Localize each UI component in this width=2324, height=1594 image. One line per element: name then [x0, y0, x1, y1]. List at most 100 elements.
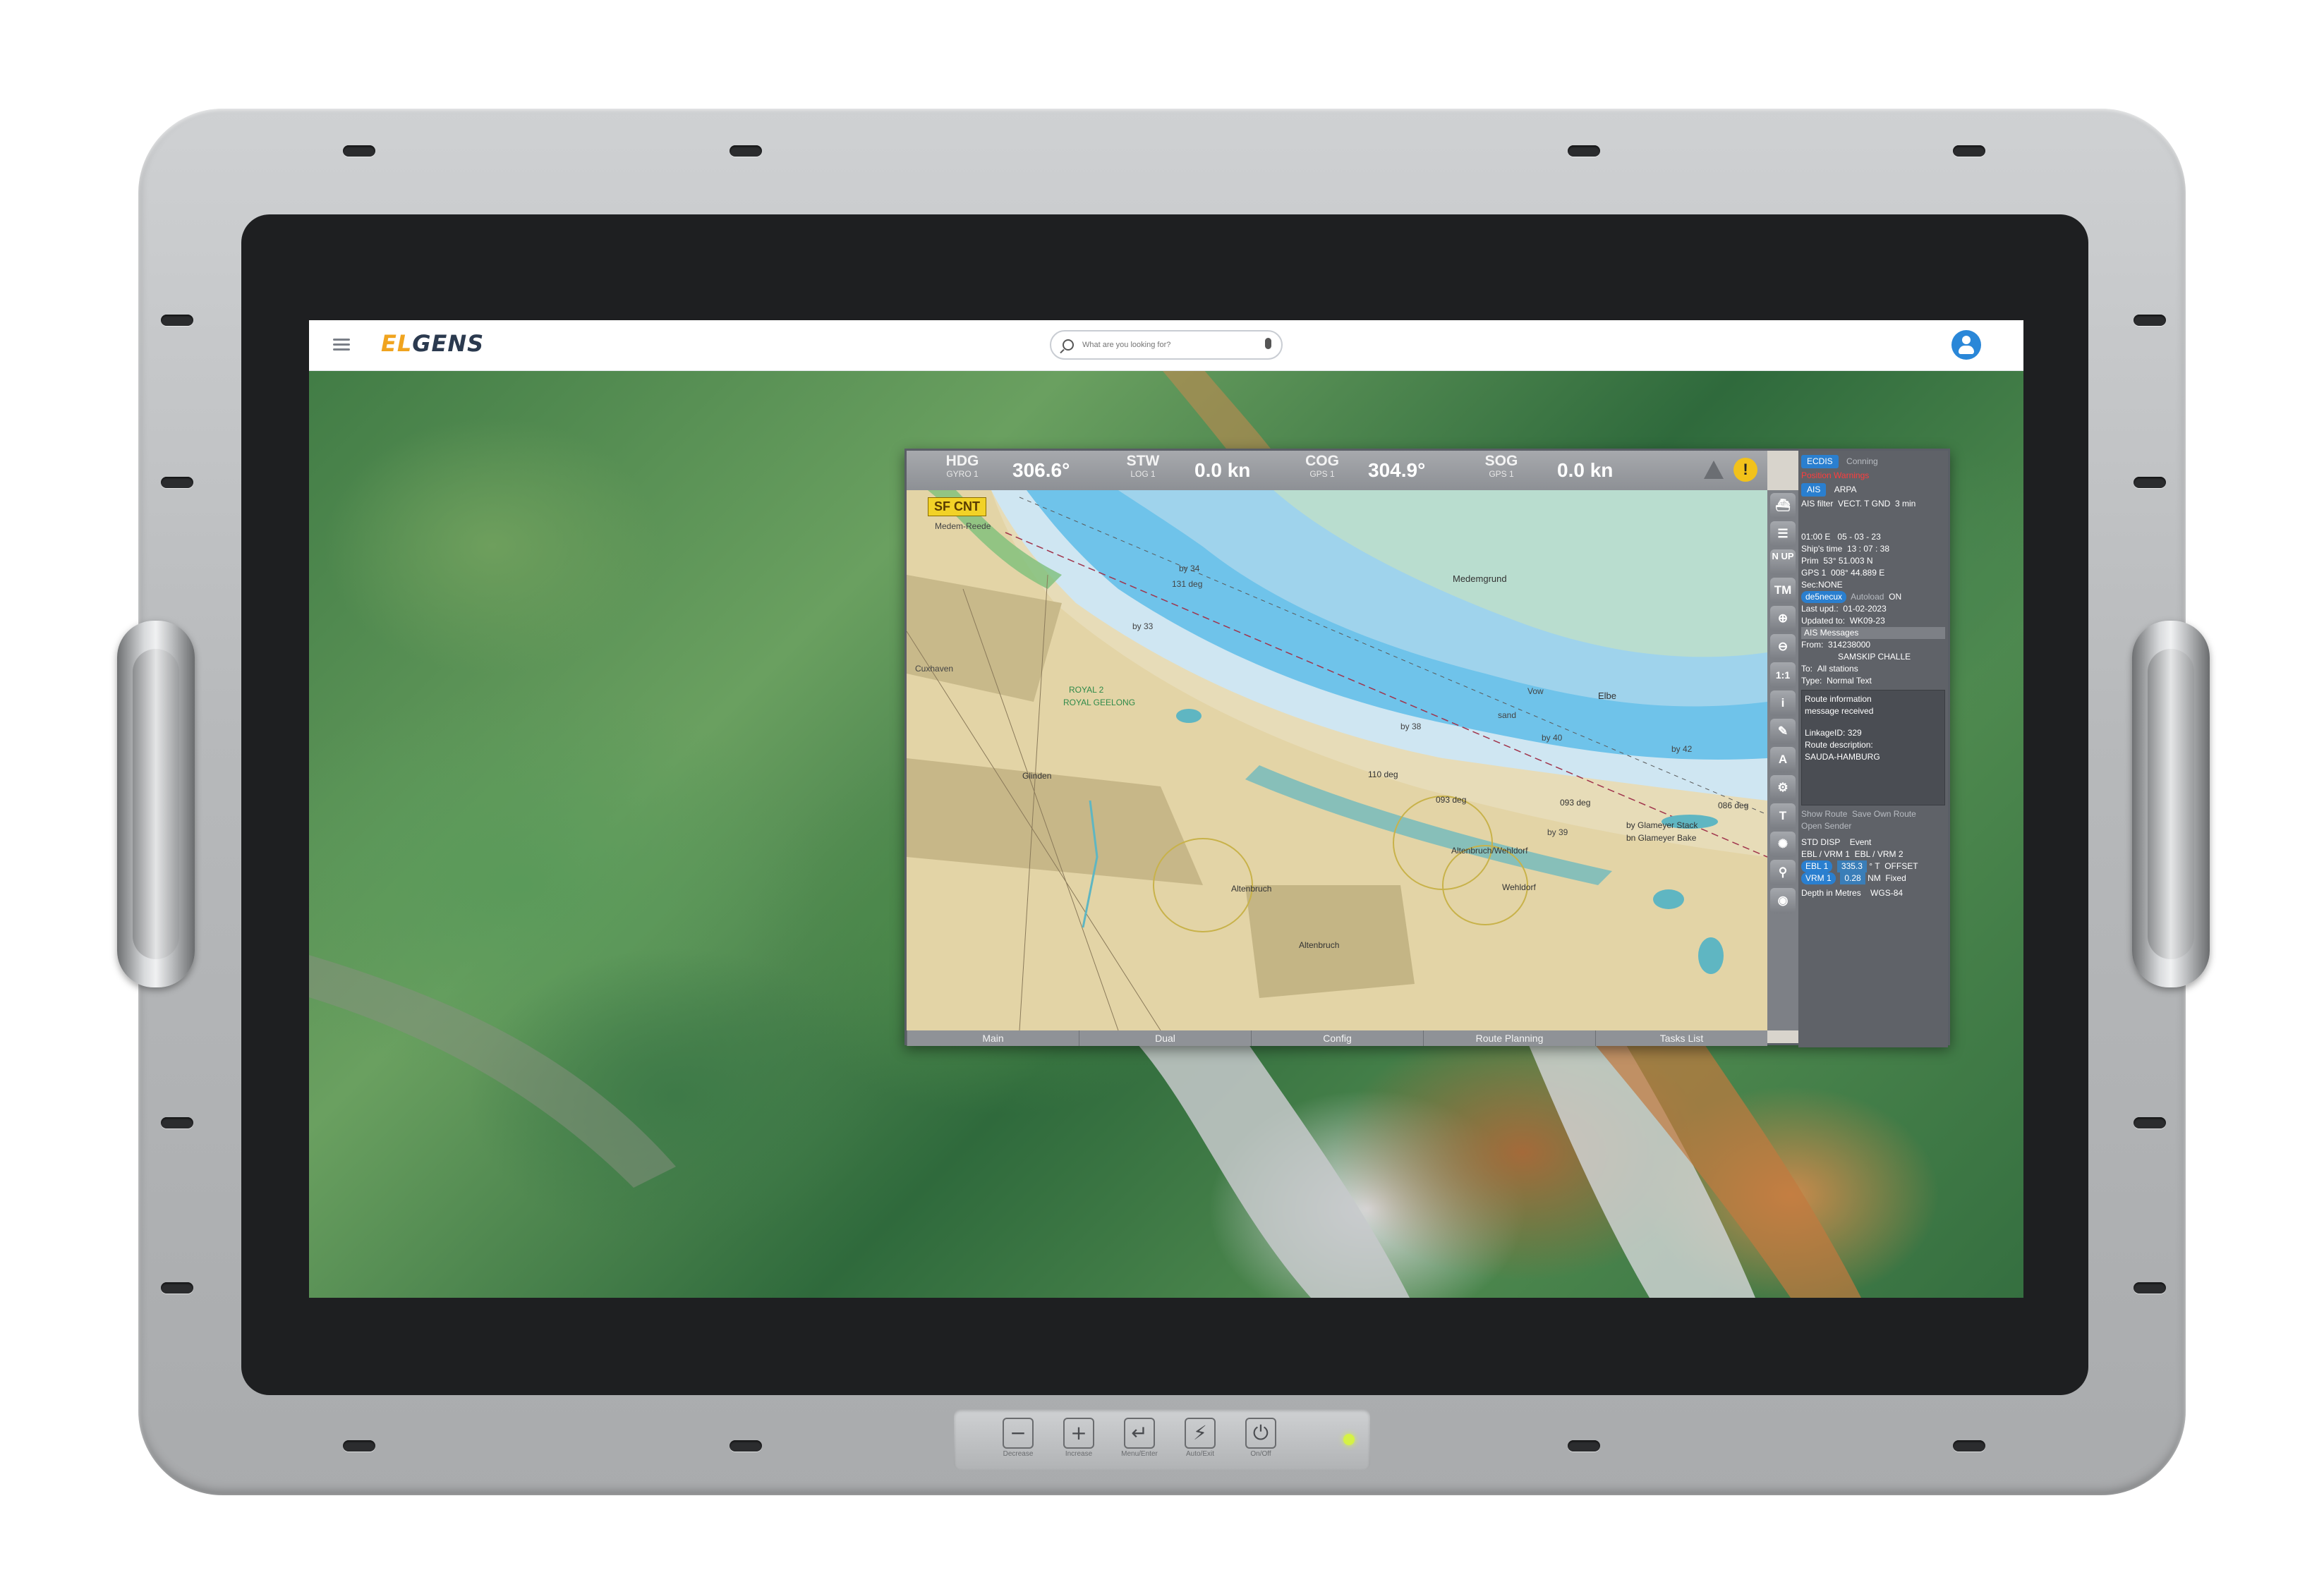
tab-dual[interactable]: Dual — [1079, 1030, 1251, 1046]
offset-button[interactable]: OFFSET — [1884, 861, 1918, 871]
secondary-source: Sec:NONE — [1801, 580, 1843, 590]
sf-cnt-indicator[interactable]: SF CNT — [928, 497, 986, 516]
display-area: ELGENS HDGGYRO 1 306.6° STWLOG 1 0.0 kn … — [309, 320, 2023, 1298]
power-control[interactable]: ⏻ On/Off — [1242, 1418, 1280, 1458]
mount-slot — [1953, 145, 1985, 157]
type-label: Type: — [1801, 676, 1822, 686]
search-icon — [1063, 339, 1074, 351]
true-motion-button[interactable]: TM — [1770, 578, 1796, 603]
alert-icon[interactable]: ! — [1733, 458, 1757, 482]
settings-icon[interactable]: ⚙ — [1770, 775, 1796, 801]
layers-icon[interactable]: ☰ — [1770, 521, 1796, 547]
vector-time[interactable]: 3 min — [1895, 499, 1916, 509]
latitude: 53° 51.003 N — [1823, 556, 1873, 566]
ais-messages-header[interactable]: AIS Messages — [1801, 627, 1945, 639]
zoom-out-icon[interactable]: ⊖ — [1770, 634, 1796, 659]
stw-value: 0.0 kn — [1194, 459, 1251, 481]
right-handle — [2132, 621, 2210, 987]
edit-icon[interactable]: ✎ — [1770, 719, 1796, 744]
search-bar[interactable] — [1050, 330, 1283, 360]
from-name: SAMSKIP CHALLE — [1838, 652, 1911, 662]
mount-slot — [1568, 1440, 1600, 1452]
nav-data-header: HDG GYRO 1 306.6° STW LOG 1 0.0 kn COG GPS … — [907, 451, 1767, 490]
tab-route-planning[interactable]: Route Planning — [1423, 1030, 1595, 1046]
tide-icon[interactable]: T — [1770, 803, 1796, 829]
tab-ecdis[interactable]: ECDIS — [1801, 455, 1839, 468]
auto-exit-icon[interactable]: ⚡ — [1185, 1418, 1216, 1449]
chart-label: 093 deg — [1560, 798, 1591, 808]
updated-to: WK09-23 — [1849, 616, 1885, 626]
menu-enter-control[interactable]: ↵ Menu/Enter — [1120, 1418, 1158, 1458]
microphone-icon[interactable] — [1265, 338, 1271, 349]
user-avatar[interactable] — [1951, 330, 1981, 360]
text-tool-icon[interactable]: A — [1770, 747, 1796, 772]
chart-label: Elbe — [1598, 690, 1617, 701]
std-disp-button[interactable]: STD DISP — [1801, 837, 1840, 847]
datum-label: WGS-84 — [1870, 888, 1904, 898]
auto-exit-control[interactable]: ⚡ Auto/Exit — [1181, 1418, 1219, 1458]
vrm1-toggle[interactable]: VRM 1 — [1801, 872, 1836, 884]
side-panel: ECDIS Conning Position Warnings AIS ARPA… — [1798, 451, 1948, 1047]
event-button[interactable]: Event — [1850, 837, 1872, 847]
chart-label: Altenbruch — [1299, 940, 1340, 950]
chart-label: by 40 — [1542, 733, 1563, 743]
chart-label: Altenbruch — [1231, 884, 1272, 894]
ship-icon[interactable]: ⛴ — [1770, 493, 1796, 518]
tab-conning[interactable]: Conning — [1841, 455, 1884, 468]
autoload-label: Autoload — [1851, 592, 1884, 602]
mount-slot — [730, 145, 762, 157]
ebl-vrm2-tab[interactable]: EBL / VRM 2 — [1855, 849, 1904, 859]
save-own-route-button[interactable]: Save Own Route — [1852, 809, 1916, 819]
enter-icon[interactable]: ↵ — [1124, 1418, 1155, 1449]
mount-slot — [161, 315, 193, 326]
tab-arpa[interactable]: ARPA — [1829, 483, 1863, 497]
search-input[interactable] — [1081, 338, 1250, 352]
vector-mode[interactable]: VECT. T GND — [1838, 499, 1890, 509]
brightness-icon[interactable]: ✺ — [1770, 832, 1796, 857]
ebl1-value[interactable]: 335.3 — [1836, 860, 1867, 872]
zoom-in-icon[interactable]: ⊕ — [1770, 606, 1796, 631]
chart-selector[interactable]: de5necux — [1801, 591, 1847, 603]
auto-exit-label: Auto/Exit — [1185, 1450, 1215, 1458]
north-up-button[interactable]: N UP — [1770, 549, 1796, 575]
tab-config[interactable]: Config — [1251, 1030, 1423, 1046]
message-line: SAUDA-HAMBURG — [1805, 752, 1880, 762]
chart-label: ROYAL 2 — [1069, 685, 1104, 695]
nautical-chart[interactable]: SF CNT by 34 131 deg by 33 Medem-Reede C… — [907, 490, 1767, 1030]
mount-slot — [1953, 1440, 1985, 1452]
mount-slot — [2134, 477, 2166, 488]
fixed-toggle[interactable]: Fixed — [1885, 873, 1906, 883]
hamburger-menu-icon[interactable] — [333, 339, 350, 351]
open-sender-button[interactable]: Open Sender — [1801, 821, 1851, 831]
tab-ais[interactable]: AIS — [1801, 483, 1827, 497]
mount-slot — [161, 1282, 193, 1294]
minus-icon[interactable]: − — [1003, 1418, 1034, 1449]
autoload-status[interactable]: ON — [1889, 592, 1901, 602]
info-icon[interactable]: i — [1770, 690, 1796, 716]
show-route-button[interactable]: Show Route — [1801, 809, 1847, 819]
hdg-label: HDG GYRO 1 — [945, 453, 979, 480]
stw-label: STW LOG 1 — [1126, 453, 1160, 480]
plus-icon[interactable]: + — [1063, 1418, 1094, 1449]
ebl-vrm1-tab[interactable]: EBL / VRM 1 — [1801, 849, 1850, 859]
chart-label: by Glameyer Stack — [1626, 820, 1698, 830]
vrm1-value[interactable]: 0.28 — [1840, 872, 1865, 884]
chart-label: Glinden — [1022, 771, 1052, 781]
ebl1-toggle[interactable]: EBL 1 — [1801, 860, 1833, 872]
increase-control[interactable]: + Increase — [1060, 1418, 1098, 1458]
ais-filter-button[interactable]: AIS filter — [1801, 499, 1833, 509]
scale-1-1-button[interactable]: 1:1 — [1770, 662, 1796, 688]
warning-triangle-icon[interactable] — [1704, 461, 1724, 479]
measure-icon[interactable]: ⚲ — [1770, 860, 1796, 885]
cog-label: COG GPS 1 — [1305, 453, 1339, 480]
center-icon[interactable]: ◉ — [1770, 888, 1796, 913]
tab-tasks-list[interactable]: Tasks List — [1595, 1030, 1767, 1046]
last-update: 01-02-2023 — [1843, 604, 1887, 614]
power-icon[interactable]: ⏻ — [1245, 1418, 1276, 1449]
ebl1-unit: ° T — [1869, 861, 1880, 871]
chart-label: 093 deg — [1436, 795, 1467, 805]
message-box: Route information message received Linka… — [1801, 690, 1945, 805]
mount-slot — [2134, 315, 2166, 326]
decrease-control[interactable]: − Decrease — [999, 1418, 1037, 1458]
tab-main[interactable]: Main — [907, 1030, 1079, 1046]
